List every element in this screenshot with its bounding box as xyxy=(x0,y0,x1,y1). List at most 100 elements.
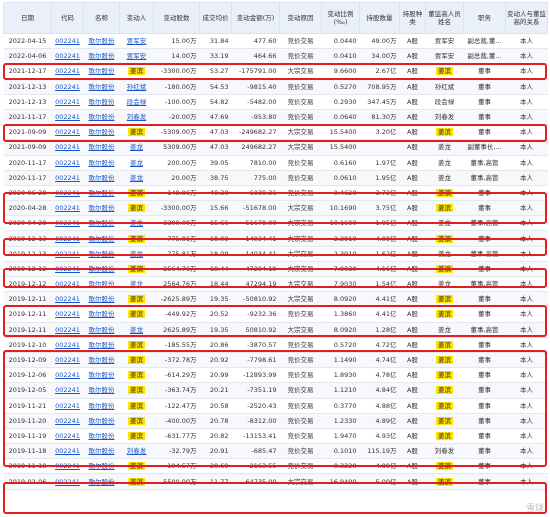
stock-code-link[interactable]: 002241 xyxy=(55,371,80,379)
stock-name-link[interactable]: 歌尔股份 xyxy=(89,295,115,303)
stock-code-link[interactable]: 002241 xyxy=(55,143,80,151)
person-link[interactable]: 姜龙 xyxy=(130,174,143,182)
changer-cell[interactable]: 姜滨 xyxy=(119,291,154,308)
code-cell[interactable]: 002241 xyxy=(51,398,84,414)
changer-cell[interactable]: 姜龙 xyxy=(119,322,154,338)
changer-cell[interactable]: 贾军安 xyxy=(119,48,154,65)
stock-name-link[interactable]: 歌尔股份 xyxy=(89,159,115,167)
code-cell[interactable]: 002241 xyxy=(51,124,84,141)
changer-cell[interactable]: 刘春发 xyxy=(119,443,154,460)
name-cell[interactable]: 歌尔股份 xyxy=(83,443,120,460)
code-cell[interactable]: 002241 xyxy=(51,170,84,186)
changer-cell[interactable]: 姜龙 xyxy=(119,170,154,186)
stock-name-link[interactable]: 歌尔股份 xyxy=(89,371,115,379)
person-link[interactable]: 刘春发 xyxy=(127,447,147,455)
person-link[interactable]: 姜龙 xyxy=(130,326,143,334)
stock-code-link[interactable]: 002241 xyxy=(55,386,80,394)
stock-name-link[interactable]: 歌尔股份 xyxy=(89,310,115,318)
person-link[interactable]: 姜滨 xyxy=(128,234,145,243)
name-cell[interactable]: 歌尔股份 xyxy=(83,352,120,369)
column-header[interactable]: 变动人与董监高的关系 xyxy=(505,2,548,34)
name-cell[interactable]: 歌尔股份 xyxy=(83,306,120,323)
stock-name-link[interactable]: 歌尔股份 xyxy=(89,204,115,212)
column-header[interactable]: 变动人 xyxy=(119,2,154,34)
code-cell[interactable]: 002241 xyxy=(51,352,84,369)
code-cell[interactable]: 002241 xyxy=(51,246,84,262)
name-cell[interactable]: 歌尔股份 xyxy=(83,276,120,293)
code-cell[interactable]: 002241 xyxy=(51,428,84,445)
code-cell[interactable]: 002241 xyxy=(51,139,84,156)
person-link[interactable]: 姜滨 xyxy=(128,264,145,273)
table-row[interactable]: 2019-12-11 002241 歌尔股份 姜滨 -2625.89万 19.35 -508… xyxy=(3,291,548,308)
name-cell[interactable]: 歌尔股份 xyxy=(83,473,120,490)
changer-cell[interactable]: 姜滨 xyxy=(119,413,154,429)
person-link[interactable]: 姜滨 xyxy=(128,340,145,349)
table-row[interactable]: 2019-12-11 002241 歌尔股份 姜龙 2625.89万 19.35 50810… xyxy=(3,322,548,338)
column-header[interactable]: 持股种类 xyxy=(399,2,426,34)
person-link[interactable]: 姜龙 xyxy=(130,280,143,288)
stock-code-link[interactable]: 002241 xyxy=(55,83,80,91)
person-link[interactable]: 姜滨 xyxy=(128,356,145,365)
stock-code-link[interactable]: 002241 xyxy=(55,204,80,212)
name-cell[interactable]: 歌尔股份 xyxy=(83,246,120,262)
stock-name-link[interactable]: 歌尔股份 xyxy=(89,447,115,455)
column-header[interactable]: 成交均价 xyxy=(199,2,232,34)
person-link[interactable]: 姜滨 xyxy=(128,477,145,486)
name-cell[interactable]: 歌尔股份 xyxy=(83,109,120,126)
code-cell[interactable]: 002241 xyxy=(51,109,84,126)
stock-name-link[interactable]: 歌尔股份 xyxy=(89,113,115,121)
stock-code-link[interactable]: 002241 xyxy=(55,67,80,75)
column-header[interactable]: 代码 xyxy=(51,2,84,34)
stock-name-link[interactable]: 歌尔股份 xyxy=(89,478,115,486)
name-cell[interactable]: 歌尔股份 xyxy=(83,337,120,353)
person-link[interactable]: 姜滨 xyxy=(128,67,145,76)
table-row[interactable]: 2022-04-06 002241 歌尔股份 贾军安 14.00万 33.19 464.66… xyxy=(3,48,548,65)
column-header[interactable]: 变动股数 xyxy=(153,2,200,34)
person-link[interactable]: 贾军安 xyxy=(127,37,147,45)
stock-code-link[interactable]: 002241 xyxy=(55,52,80,60)
changer-cell[interactable]: 段会禄 xyxy=(119,94,154,110)
stock-code-link[interactable]: 002241 xyxy=(55,37,80,45)
table-row[interactable]: 2019-11-18 002241 歌尔股份 姜滨 -104.57万 20.69 -2163… xyxy=(3,458,548,475)
stock-code-link[interactable]: 002241 xyxy=(55,462,80,470)
column-header[interactable]: 变动金额(万) xyxy=(231,2,280,34)
stock-code-link[interactable]: 002241 xyxy=(55,356,80,364)
name-cell[interactable]: 歌尔股份 xyxy=(83,458,120,475)
name-cell[interactable]: 歌尔股份 xyxy=(83,291,120,308)
column-header[interactable]: 持股数量 xyxy=(359,2,400,34)
name-cell[interactable]: 歌尔股份 xyxy=(83,94,120,110)
stock-name-link[interactable]: 歌尔股份 xyxy=(89,341,115,349)
stock-code-link[interactable]: 002241 xyxy=(55,326,80,334)
code-cell[interactable]: 002241 xyxy=(51,48,84,65)
code-cell[interactable]: 002241 xyxy=(51,33,84,50)
stock-name-link[interactable]: 歌尔股份 xyxy=(89,83,115,91)
stock-name-link[interactable]: 歌尔股份 xyxy=(89,386,115,394)
table-row[interactable]: 2019-11-20 002241 歌尔股份 姜滨 -400.00万 20.78 -8312… xyxy=(3,413,548,429)
stock-name-link[interactable]: 歌尔股份 xyxy=(89,67,115,75)
code-cell[interactable]: 002241 xyxy=(51,94,84,110)
stock-name-link[interactable]: 歌尔股份 xyxy=(89,128,115,136)
person-link[interactable]: 姜滨 xyxy=(128,128,145,137)
name-cell[interactable]: 歌尔股份 xyxy=(83,155,120,171)
column-header[interactable]: 变动原因 xyxy=(279,2,322,34)
code-cell[interactable]: 002241 xyxy=(51,382,84,399)
person-link[interactable]: 姜滨 xyxy=(128,462,145,471)
name-cell[interactable]: 歌尔股份 xyxy=(83,170,120,186)
name-cell[interactable]: 歌尔股份 xyxy=(83,79,120,95)
changer-cell[interactable]: 姜滨 xyxy=(119,367,154,384)
changer-cell[interactable]: 姜滨 xyxy=(119,473,154,490)
stock-code-link[interactable]: 002241 xyxy=(55,341,80,349)
name-cell[interactable]: 歌尔股份 xyxy=(83,230,120,247)
code-cell[interactable]: 002241 xyxy=(51,306,84,323)
changer-cell[interactable]: 姜滨 xyxy=(119,458,154,475)
person-link[interactable]: 姜龙 xyxy=(130,219,143,227)
table-row[interactable]: 2020-11-17 002241 歌尔股份 姜龙 200.00万 39.05 7810.0… xyxy=(3,155,548,171)
table-row[interactable]: 2019-12-11 002241 歌尔股份 姜滨 -449.92万 20.52 -9232… xyxy=(3,306,548,323)
code-cell[interactable]: 002241 xyxy=(51,155,84,171)
code-cell[interactable]: 002241 xyxy=(51,230,84,247)
person-link[interactable]: 姜滨 xyxy=(128,431,145,440)
code-cell[interactable]: 002241 xyxy=(51,413,84,429)
stock-code-link[interactable]: 002241 xyxy=(55,113,80,121)
table-row[interactable]: 2019-12-06 002241 歌尔股份 姜滨 -614.29万 20.99 -1289… xyxy=(3,367,548,384)
table-row[interactable]: 2022-04-15 002241 歌尔股份 贾军安 15.00万 31.84 477.60… xyxy=(3,33,548,50)
